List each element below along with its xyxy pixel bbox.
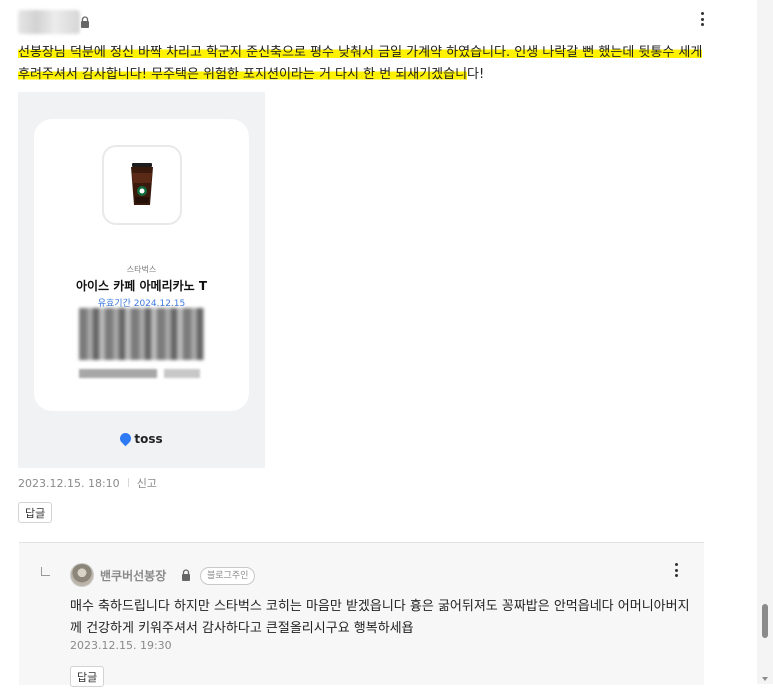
- owner-badge: 블로그주인: [200, 567, 256, 585]
- comment-text-end: 다!: [467, 67, 485, 82]
- more-options-icon[interactable]: [673, 563, 679, 577]
- comment-meta: 2023.12.15. 18:10 신고: [18, 475, 157, 491]
- reply-arrow-icon: [41, 567, 50, 576]
- lock-icon: [81, 16, 89, 28]
- toss-logo: toss: [18, 430, 265, 447]
- reply-text: 매수 축하드립니다 하지만 스타벅스 코히는 마음만 받겠읍니다 흉은 굶어뒤져…: [70, 599, 690, 636]
- toss-logo-icon: [118, 430, 134, 447]
- comment-date: 2023.12.15. 18:10: [18, 477, 120, 490]
- coffee-cup-icon: [102, 145, 182, 225]
- scroll-down-icon[interactable]: [762, 677, 768, 681]
- barcode-blurred: [79, 308, 204, 360]
- gift-brand: 스타벅스: [126, 265, 157, 274]
- reply-comment: 밴쿠버선봉장 블로그주인 매수 축하드립니다 하지만 스타벅스 코히는 마음만 …: [19, 542, 704, 687]
- report-link[interactable]: 신고: [137, 477, 157, 490]
- barcode-number-blurred: [164, 369, 200, 378]
- reply-button[interactable]: 답글: [18, 502, 53, 523]
- commenter-name-blurred: [18, 10, 80, 34]
- comment-text: 선봉장님 덕분에 정신 바짝 차리고 학군지 준신축으로 평수 낮춰서 금일 가…: [18, 42, 718, 86]
- scrollbar-thumb[interactable]: [762, 604, 768, 638]
- barcode-number-blurred: [79, 369, 157, 378]
- gift-product-name: 아이스 카페 아메리카노 T: [75, 279, 208, 293]
- gift-card: 스타벅스 아이스 카페 아메리카노 T 유효기간 2024.12.15: [34, 119, 249, 411]
- lock-icon: [182, 569, 190, 581]
- toss-logo-text: toss: [134, 432, 163, 446]
- scrollbar[interactable]: [757, 0, 773, 684]
- divider: [127, 478, 129, 487]
- more-options-icon[interactable]: [699, 12, 705, 26]
- reply-date: 2023.12.15. 19:30: [70, 639, 172, 652]
- highlighted-text: 선봉장님 덕분에 정신 바짝 차리고 학군지 준신축으로 평수 낮춰서 금일 가…: [18, 45, 703, 82]
- gift-card-image[interactable]: 스타벅스 아이스 카페 아메리카노 T 유효기간 2024.12.15 toss: [18, 92, 265, 468]
- avatar[interactable]: [70, 563, 94, 587]
- reply-author[interactable]: 밴쿠버선봉장: [100, 567, 166, 584]
